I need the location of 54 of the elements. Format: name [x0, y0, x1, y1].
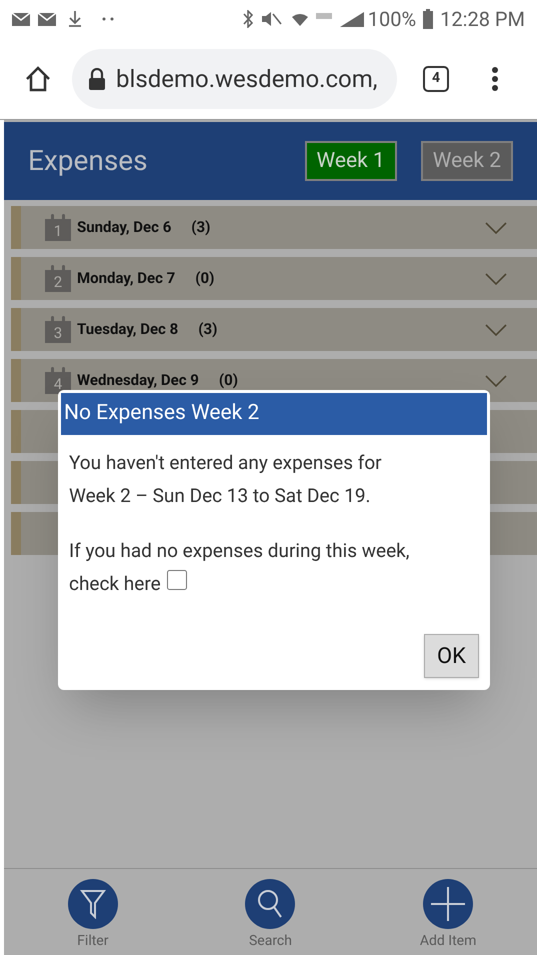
plus-icon [431, 887, 466, 921]
day-row[interactable]: 3 Tuesday, Dec 8 (3) [11, 308, 537, 351]
day-row-edge[interactable] [11, 410, 58, 453]
bluetooth-icon [242, 10, 254, 28]
day-row-edge[interactable] [11, 461, 58, 504]
ok-button[interactable]: OK [424, 634, 479, 678]
day-row-edge[interactable] [11, 512, 58, 555]
day-row-edge[interactable] [490, 461, 537, 504]
day-row-edge[interactable] [490, 512, 537, 555]
day-row[interactable]: 2 Monday, Dec 7 (0) [11, 257, 537, 300]
lock-icon [88, 68, 106, 90]
chevron-down-icon [485, 324, 507, 336]
address-bar[interactable]: blsdemo.wesdemo.com, [72, 48, 397, 108]
clock-time: 12:28 PM [440, 6, 525, 33]
day-label: Monday, Dec 7 [77, 268, 176, 290]
day-label: Tuesday, Dec 8 [77, 319, 178, 340]
more-menu-icon[interactable] [491, 66, 499, 92]
day-row-edge[interactable] [490, 410, 537, 453]
mail-icon [12, 12, 30, 26]
dialog-title: No Expenses Week 2 [64, 400, 260, 428]
signal-icon [340, 12, 364, 26]
nav-button[interactable]: Add Item [393, 879, 504, 952]
search-icon [257, 889, 284, 919]
mail-icon [38, 12, 56, 26]
chevron-down-icon [485, 374, 507, 386]
url-text: blsdemo.wesdemo.com, [116, 64, 378, 94]
dialog-message: You haven't entered any expenses for Week 2 – Sun Dec 13 to Sat Dec 19. [69, 450, 383, 509]
page-title: Expenses [28, 143, 149, 179]
download-icon [68, 11, 82, 27]
checkbox-label: check here [69, 571, 161, 597]
filter-icon [80, 889, 106, 919]
tab-count[interactable]: 4 [423, 66, 449, 92]
battery-percentage: 100% [368, 6, 416, 33]
day-label: Sunday, Dec 6 [77, 217, 172, 238]
day-row[interactable]: 1 Sunday, Dec 6 (3) [11, 206, 537, 249]
nav-button[interactable]: Search [215, 879, 326, 952]
item-count: (3) [191, 217, 210, 238]
item-count: (0) [218, 370, 238, 392]
day-label: Wednesday, Dec 9 [77, 370, 199, 392]
battery-icon [422, 9, 434, 29]
item-count: (3) [198, 319, 218, 340]
home-icon[interactable] [24, 64, 52, 92]
chevron-down-icon [485, 272, 507, 284]
nav-button[interactable]: Filter [38, 879, 148, 952]
chevron-down-icon [485, 222, 507, 234]
wifi-icon [292, 12, 308, 26]
week-tab[interactable]: Week 1 [304, 141, 397, 181]
no-expenses-checkbox[interactable] [166, 570, 187, 590]
dialog-prompt: If you had no expenses during this week, [69, 538, 410, 564]
mute-icon [262, 11, 282, 27]
network-type-icon [316, 13, 332, 19]
more-dots-icon [102, 17, 114, 21]
item-count: (0) [195, 268, 214, 290]
week-tab[interactable]: Week 2 [420, 141, 513, 181]
